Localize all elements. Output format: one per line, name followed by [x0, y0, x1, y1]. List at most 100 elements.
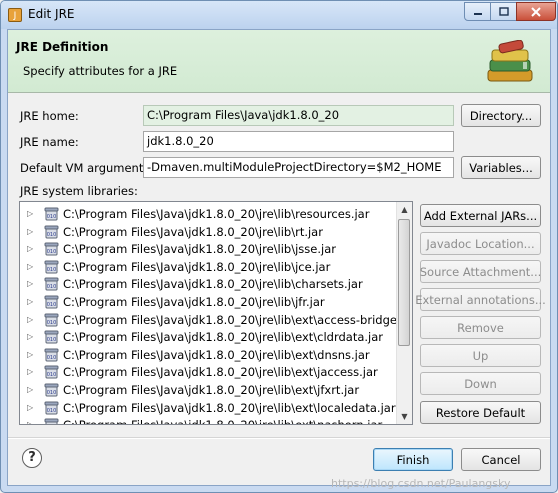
minimize-icon [473, 12, 482, 15]
library-path: C:\Program Files\Java\jdk1.8.0_20\jre\li… [63, 207, 370, 221]
title-bar[interactable]: J Edit JRE [1, 1, 557, 29]
library-path: C:\Program Files\Java\jdk1.8.0_20\jre\li… [63, 330, 384, 345]
maximize-icon [498, 7, 509, 16]
edit-jre-dialog: J Edit JRE JRE Definition Specify attrib… [0, 0, 558, 493]
minimize-button[interactable] [464, 2, 491, 21]
svg-text:010: 010 [47, 408, 57, 414]
library-row[interactable]: ▷ 010 C:\Program Files\Java\jdk1.8.0_20\jr… [20, 206, 400, 223]
vm-arguments-label: Default VM arguments: [20, 161, 154, 175]
svg-text:010: 010 [47, 355, 57, 361]
jar-file-icon: 010 [44, 418, 59, 424]
library-path: C:\Program Files\Java\jdk1.8.0_20\jre\li… [63, 418, 382, 424]
library-row[interactable]: ▷ 010 C:\Program Files\Java\jdk1.8.0_20\jr… [20, 294, 400, 311]
jar-file-icon: 010 [44, 277, 59, 291]
expand-arrow-icon[interactable]: ▷ [27, 209, 33, 218]
expand-arrow-icon[interactable]: ▷ [27, 420, 33, 424]
tree-scrollbar[interactable]: ▲ ▼ [396, 202, 412, 424]
library-path: C:\Program Files\Java\jdk1.8.0_20\jre\li… [63, 347, 370, 362]
library-row[interactable]: ▷ 010 C:\Program Files\Java\jdk1.8.0_20\jr… [20, 259, 400, 276]
javadoc-location-button[interactable]: Javadoc Location... [420, 232, 541, 255]
library-row[interactable]: ▷ 010 C:\Program Files\Java\jdk1.8.0_20\jr… [20, 382, 400, 399]
footer-separator [8, 437, 550, 439]
expand-arrow-icon[interactable]: ▷ [27, 332, 33, 341]
close-icon [531, 6, 541, 17]
jre-home-label: JRE home: [20, 109, 79, 123]
jar-file-icon: 010 [44, 313, 59, 327]
external-annotations-button[interactable]: External annotations... [415, 288, 546, 311]
svg-text:010: 010 [47, 302, 57, 308]
scroll-up-icon[interactable]: ▲ [397, 202, 412, 217]
library-path: C:\Program Files\Java\jdk1.8.0_20\jre\li… [63, 312, 413, 327]
remove-button[interactable]: Remove [420, 316, 541, 339]
svg-text:010: 010 [47, 267, 57, 273]
library-path: C:\Program Files\Java\jdk1.8.0_20\jre\li… [63, 277, 363, 292]
up-button[interactable]: Up [420, 344, 541, 367]
expand-arrow-icon[interactable]: ▷ [27, 385, 33, 394]
svg-text:010: 010 [47, 214, 57, 220]
variables-button[interactable]: Variables... [461, 156, 541, 179]
jre-app-icon: J [8, 8, 22, 22]
header-title: JRE Definition [16, 40, 109, 54]
window-title: Edit JRE [28, 7, 75, 21]
down-button[interactable]: Down [420, 372, 541, 395]
scroll-down-icon[interactable]: ▼ [397, 409, 412, 424]
svg-text:010: 010 [47, 320, 57, 326]
expand-arrow-icon[interactable]: ▷ [27, 367, 33, 376]
expand-arrow-icon[interactable]: ▷ [27, 403, 33, 412]
library-path: C:\Program Files\Java\jdk1.8.0_20\jre\li… [63, 383, 360, 397]
jar-file-icon: 010 [44, 401, 59, 415]
library-row[interactable]: ▷ 010 C:\Program Files\Java\jdk1.8.0_20\jr… [20, 347, 400, 364]
library-row[interactable]: ▷ 010 C:\Program Files\Java\jdk1.8.0_20\jr… [20, 276, 400, 293]
library-path: C:\Program Files\Java\jdk1.8.0_20\jre\li… [63, 259, 331, 274]
library-row[interactable]: ▷ 010 C:\Program Files\Java\jdk1.8.0_20\jr… [20, 312, 412, 329]
watermark: https://blog.csdn.net/Paulangsky [331, 477, 511, 490]
jar-file-icon: 010 [44, 225, 59, 239]
library-row[interactable]: ▷ 010 C:\Program Files\Java\jdk1.8.0_20\jr… [20, 400, 400, 417]
library-row[interactable]: ▷ 010 C:\Program Files\Java\jdk1.8.0_20\jr… [20, 224, 400, 241]
directory-button[interactable]: Directory... [461, 104, 541, 127]
expand-arrow-icon[interactable]: ▷ [27, 315, 33, 324]
scroll-thumb[interactable] [398, 219, 410, 346]
expand-arrow-icon[interactable]: ▷ [27, 297, 33, 306]
expand-arrow-icon[interactable]: ▷ [27, 350, 33, 359]
jre-home-field[interactable]: C:\Program Files\Java\jdk1.8.0_20 [143, 105, 454, 126]
maximize-button[interactable] [490, 2, 517, 21]
jre-name-field[interactable]: jdk1.8.0_20 [143, 131, 454, 152]
help-icon[interactable]: ? [22, 448, 42, 468]
svg-text:010: 010 [47, 390, 57, 396]
jar-file-icon: 010 [44, 365, 59, 379]
library-row[interactable]: ▷ 010 C:\Program Files\Java\jdk1.8.0_20\jr… [20, 417, 400, 424]
jar-file-icon: 010 [44, 330, 59, 344]
finish-button[interactable]: Finish [373, 448, 453, 471]
svg-text:010: 010 [47, 284, 57, 290]
library-books-icon [487, 40, 533, 82]
expand-arrow-icon[interactable]: ▷ [27, 227, 33, 236]
cancel-button[interactable]: Cancel [461, 448, 541, 471]
library-row[interactable]: ▷ 010 C:\Program Files\Java\jdk1.8.0_20\jr… [20, 241, 400, 258]
library-path: C:\Program Files\Java\jdk1.8.0_20\jre\li… [63, 295, 325, 309]
jre-name-label: JRE name: [20, 135, 79, 149]
svg-text:010: 010 [47, 337, 57, 343]
close-button[interactable] [516, 2, 556, 21]
library-row[interactable]: ▷ 010 C:\Program Files\Java\jdk1.8.0_20\jr… [20, 329, 400, 346]
libraries-tree[interactable]: ▷ 010 C:\Program Files\Java\jdk1.8.0_20\jr… [19, 201, 413, 425]
expand-arrow-icon[interactable]: ▷ [27, 262, 33, 271]
add-external-jars-button[interactable]: Add External JARs... [420, 204, 541, 227]
library-path: C:\Program Files\Java\jdk1.8.0_20\jre\li… [63, 224, 323, 239]
header-subtitle: Specify attributes for a JRE [23, 64, 178, 78]
svg-text:010: 010 [47, 372, 57, 378]
svg-text:010: 010 [47, 249, 57, 255]
jar-file-icon: 010 [44, 295, 59, 309]
restore-default-button[interactable]: Restore Default [420, 401, 541, 424]
expand-arrow-icon[interactable]: ▷ [27, 244, 33, 253]
library-row[interactable]: ▷ 010 C:\Program Files\Java\jdk1.8.0_20\jr… [20, 364, 400, 381]
jar-file-icon: 010 [44, 242, 59, 256]
system-libraries-label: JRE system libraries: [20, 184, 138, 198]
expand-arrow-icon[interactable]: ▷ [27, 279, 33, 288]
dialog-header: JRE Definition Specify attributes for a … [8, 30, 550, 93]
jar-file-icon: 010 [44, 348, 59, 362]
source-attachment-button[interactable]: Source Attachment... [420, 260, 541, 283]
jar-file-icon: 010 [44, 260, 59, 274]
jar-file-icon: 010 [44, 383, 59, 397]
vm-arguments-field[interactable]: -Dmaven.multiModuleProjectDirectory=$M2_… [143, 157, 454, 178]
